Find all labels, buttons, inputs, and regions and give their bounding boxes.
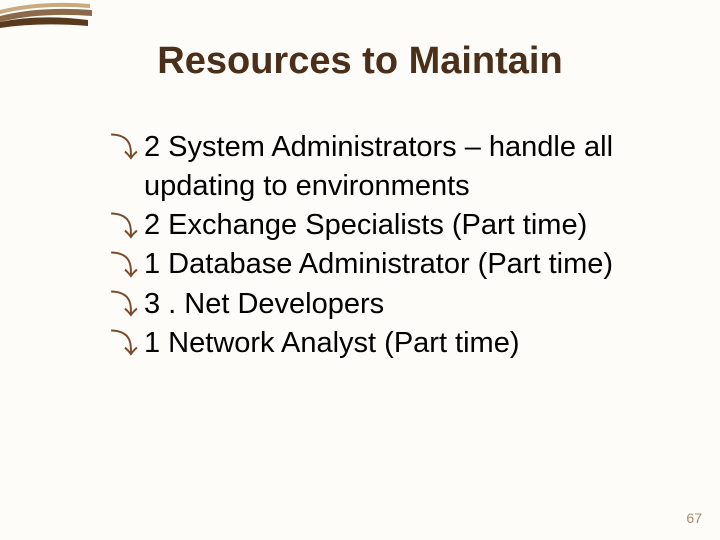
list-item: ⤵ 1 Network Analyst (Part time) <box>110 324 650 363</box>
list-item: ⤵ 1 Database Administrator (Part time) <box>110 245 650 284</box>
page-number: 67 <box>686 510 702 526</box>
list-item-text: 1 Network Analyst (Part time) <box>144 327 520 359</box>
bullet-icon: ⤵ <box>110 208 138 246</box>
corner-decoration <box>0 0 95 28</box>
list-item-text: 2 Exchange Specialists (Part time) <box>144 209 587 241</box>
bullet-icon: ⤵ <box>110 247 138 285</box>
slide-body: ⤵ 2 System Administrators – handle all u… <box>110 128 650 363</box>
list-item-text: 2 System Administrators – handle all upd… <box>144 131 613 202</box>
slide: Resources to Maintain ⤵ 2 System Adminis… <box>0 0 720 540</box>
list-item-text: 1 Database Administrator (Part time) <box>144 248 613 280</box>
bullet-icon: ⤵ <box>110 286 138 324</box>
bullet-icon: ⤵ <box>110 325 138 363</box>
slide-title: Resources to Maintain <box>0 40 720 83</box>
list-item: ⤵ 2 System Administrators – handle all u… <box>110 128 650 206</box>
list-item: ⤵ 3 . Net Developers <box>110 285 650 324</box>
list-item-text: 3 . Net Developers <box>144 288 384 320</box>
bullet-icon: ⤵ <box>110 129 138 167</box>
list-item: ⤵ 2 Exchange Specialists (Part time) <box>110 206 650 245</box>
